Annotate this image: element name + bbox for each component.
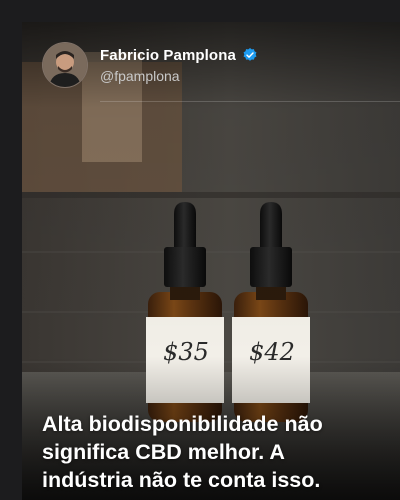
headline-line: significa CBD melhor. A (42, 440, 285, 464)
post-header: Fabricio Pamplona @fpamplona (22, 22, 400, 104)
author-handle[interactable]: @fpamplona (100, 68, 180, 84)
post-headline: Alta biodisponibilidade não significa CB… (42, 410, 392, 494)
author-avatar[interactable] (42, 42, 88, 88)
left-bottle-price: $35 (163, 338, 209, 366)
header-divider (100, 101, 400, 102)
right-bottle-price: $42 (249, 338, 295, 366)
headline-line: Alta biodisponibilidade não (42, 412, 323, 436)
author-name[interactable]: Fabricio Pamplona (100, 47, 236, 64)
headline-line: indústria não te conta isso. (42, 468, 321, 492)
post-card: $35 $42 Fabricio Pamplona @fpamplona Alt… (22, 22, 400, 500)
verified-badge-icon (243, 48, 257, 61)
